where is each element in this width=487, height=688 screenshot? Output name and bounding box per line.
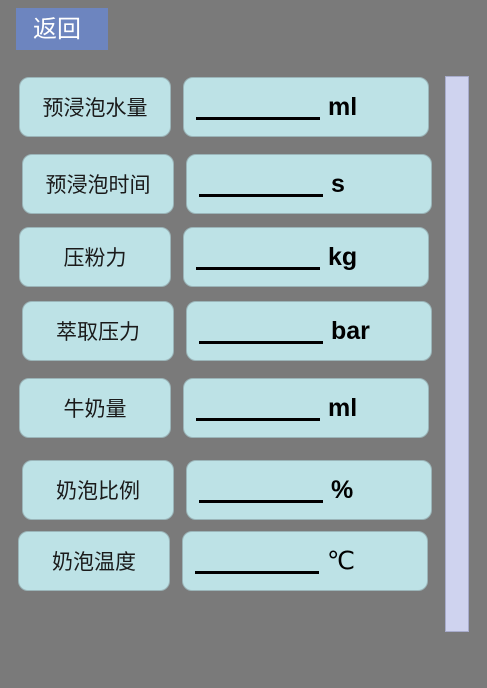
prebrew-volume-label: 预浸泡水量 [19, 77, 171, 137]
input-blank [196, 95, 320, 120]
unit-label: s [331, 169, 345, 198]
foam-temperature-input[interactable]: ℃ [182, 531, 428, 591]
back-button[interactable]: 返回 [16, 8, 108, 50]
tamp-force-label: 压粉力 [19, 227, 171, 287]
prebrew-time-input[interactable]: s [186, 154, 432, 214]
unit-label: % [331, 475, 354, 504]
foam-ratio-label: 奶泡比例 [22, 460, 174, 520]
input-blank [195, 549, 319, 574]
vertical-scrollbar[interactable] [445, 76, 469, 632]
input-blank [199, 478, 323, 503]
tamp-force-input[interactable]: kg [183, 227, 429, 287]
unit-label: kg [328, 242, 358, 271]
milk-volume-label: 牛奶量 [19, 378, 171, 438]
prebrew-time-label: 预浸泡时间 [22, 154, 174, 214]
extraction-pressure-input[interactable]: bar [186, 301, 432, 361]
input-blank [196, 245, 320, 270]
input-blank [199, 172, 323, 197]
milk-volume-input[interactable]: ml [183, 378, 429, 438]
unit-label: ml [328, 92, 358, 121]
foam-temperature-label: 奶泡温度 [18, 531, 170, 591]
unit-label: bar [331, 316, 370, 345]
unit-label: ℃ [327, 546, 356, 575]
prebrew-volume-input[interactable]: ml [183, 77, 429, 137]
input-blank [196, 396, 320, 421]
unit-label: ml [328, 393, 358, 422]
foam-ratio-input[interactable]: % [186, 460, 432, 520]
input-blank [199, 319, 323, 344]
extraction-pressure-label: 萃取压力 [22, 301, 174, 361]
